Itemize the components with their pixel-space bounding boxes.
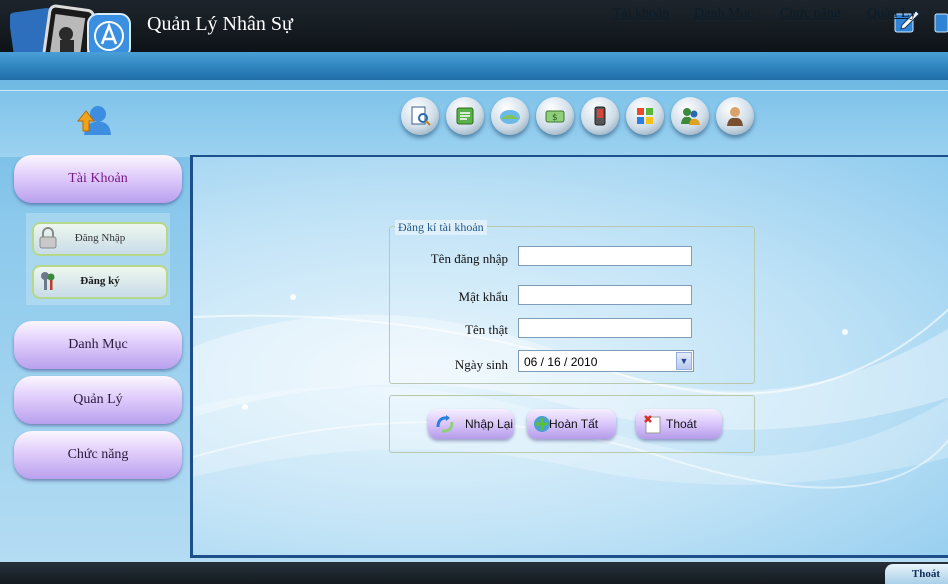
username-field[interactable] [518, 246, 692, 266]
exit-label: Thoát [666, 417, 697, 431]
finish-label: Hoàn Tất [549, 417, 599, 431]
dob-datepicker[interactable]: 06 / 16 / 2010 ▼ [518, 350, 694, 372]
realname-field[interactable] [518, 318, 692, 338]
username-label: Tên đăng nhập [430, 251, 508, 266]
sidebar-item-manage[interactable]: Quản Lý [14, 376, 182, 424]
search-document-icon [411, 106, 431, 126]
dob-label: Ngày sinh [454, 357, 508, 372]
menu-account[interactable]: Tài khoản [613, 6, 669, 22]
notes-button[interactable] [446, 97, 484, 135]
windows-icon [637, 108, 653, 124]
menu-catalog[interactable]: Danh Mục [694, 6, 754, 22]
finish-button[interactable]: Hoàn Tất [527, 409, 616, 439]
dob-value: 06 / 16 / 2010 [524, 355, 598, 369]
refresh-icon [436, 415, 454, 433]
status-bar [0, 562, 948, 584]
money-button[interactable]: $ [536, 97, 574, 135]
close-document-icon [644, 415, 661, 434]
exit-button[interactable]: Thoát [636, 409, 722, 439]
login-label: Đăng Nhập [74, 232, 126, 244]
search-document-button[interactable] [401, 97, 439, 135]
register-label: Đăng ký [80, 275, 120, 287]
fieldset-legend: Đăng kí tài khoản [395, 220, 487, 235]
phone-button[interactable] [581, 97, 619, 135]
app-title: Quản Lý Nhân Sự [147, 13, 293, 35]
sidebar-item-account[interactable]: Tài Khoản [14, 155, 182, 203]
menu-functions[interactable]: Chức năng [780, 6, 841, 22]
person-icon [727, 107, 743, 126]
phone-icon [594, 106, 606, 126]
users-icon [681, 108, 700, 125]
window-icon[interactable] [934, 9, 948, 33]
windows-button[interactable] [626, 97, 664, 135]
footer-exit-button[interactable]: Thoát [885, 564, 948, 584]
sidebar-item-functions[interactable]: Chức năng [14, 431, 182, 479]
svg-text:$: $ [552, 113, 558, 123]
login-button[interactable]: Đăng Nhập [32, 222, 168, 256]
reset-label: Nhập Lại [465, 417, 514, 431]
user-upload-icon[interactable] [76, 103, 112, 137]
globe-icon [500, 110, 520, 124]
chevron-down-icon[interactable]: ▼ [676, 352, 692, 370]
password-label: Mật khẩu [458, 289, 508, 304]
users-button[interactable] [671, 97, 709, 135]
sidebar-item-catalog[interactable]: Danh Mục [14, 321, 182, 369]
realname-label: Tên thật [465, 322, 508, 337]
register-button[interactable]: Đăng ký [32, 265, 168, 299]
menu-manage[interactable]: Quản Lý [867, 6, 916, 22]
money-icon: $ [545, 110, 565, 123]
notes-icon [456, 107, 474, 125]
password-field[interactable] [518, 285, 692, 305]
reset-button[interactable]: Nhập Lại [428, 409, 514, 439]
globe-button[interactable] [491, 97, 529, 135]
person-button[interactable] [716, 97, 754, 135]
menu-bar [0, 52, 948, 80]
